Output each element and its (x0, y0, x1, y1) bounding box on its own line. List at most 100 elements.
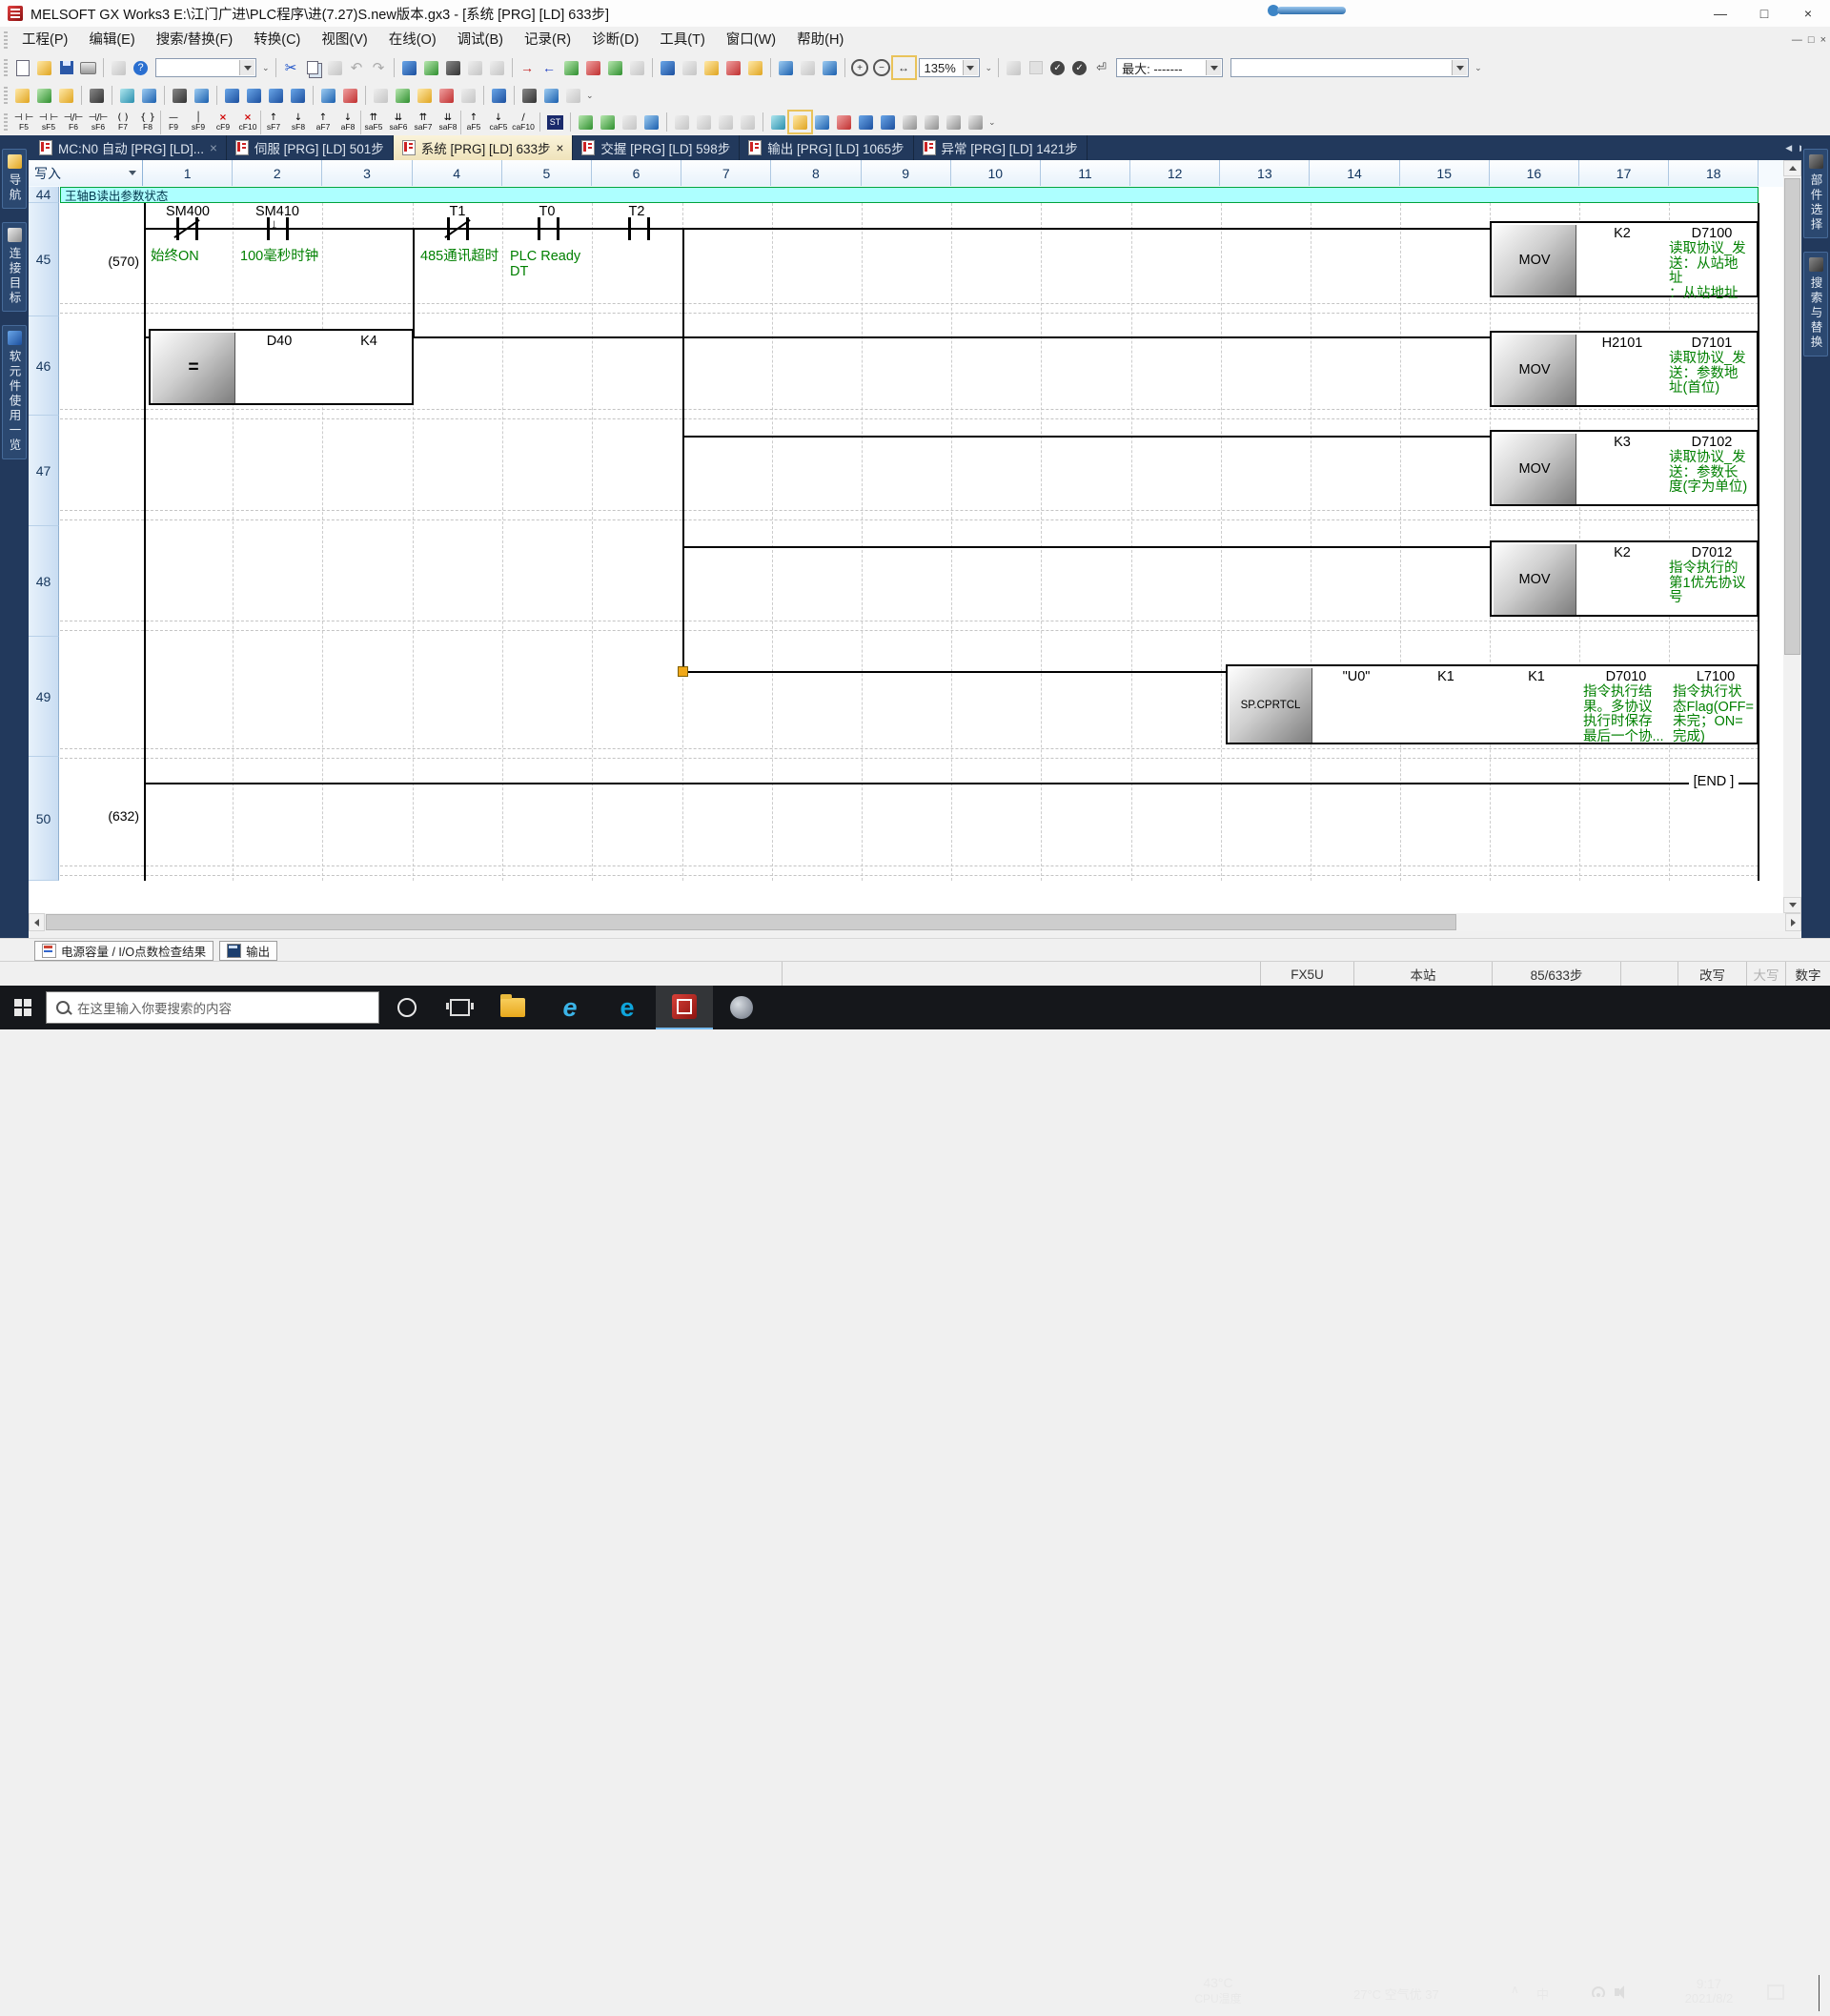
toolbar-overflow-icon[interactable]: ⌄ (988, 117, 996, 128)
device-display-icon[interactable] (657, 57, 679, 78)
rung-title-row[interactable]: 王轴B读出参数状态 (60, 187, 1759, 203)
delete-branch-icon[interactable] (597, 112, 619, 132)
ladder-symbol-button[interactable]: ⊣/⊢ sF6 (86, 111, 111, 134)
jump-io-icon[interactable] (722, 57, 744, 78)
scroll-left-icon[interactable] (29, 913, 45, 931)
ladder-symbol-button[interactable]: { } F8 (135, 111, 160, 134)
monitor-zoom-icon[interactable] (540, 85, 562, 106)
display-format-icon[interactable] (899, 112, 921, 132)
rebuild-all-icon[interactable] (392, 85, 414, 106)
overlay-slider-widget[interactable] (1268, 4, 1350, 17)
monitor-window-icon[interactable] (775, 57, 797, 78)
vertical-scrollbar[interactable] (1783, 160, 1801, 913)
watch1-clock-icon[interactable] (317, 85, 339, 106)
device-memory-icon[interactable] (243, 85, 265, 106)
scroll-down-icon[interactable] (1783, 897, 1801, 913)
sidebar-tab-navigation[interactable]: 导航 (2, 149, 27, 209)
clock[interactable]: 9:17 2021/8/2 (1666, 1977, 1752, 2006)
device-use-list-icon[interactable] (488, 85, 510, 106)
project-combo[interactable] (155, 58, 256, 77)
hardware-search-icon[interactable] (442, 57, 464, 78)
device-search-icon[interactable] (398, 57, 420, 78)
menu-item[interactable]: 调试(B) (447, 27, 514, 53)
dock-tab-output[interactable]: 输出 (219, 941, 277, 961)
task-view-icon[interactable] (435, 986, 484, 1029)
volume-icon[interactable] (1615, 1986, 1619, 1996)
menu-item[interactable]: 视图(V) (311, 27, 377, 53)
read-mode-icon[interactable] (811, 112, 833, 132)
mode-dropdown-icon[interactable] (129, 171, 136, 175)
compare-instruction[interactable]: = D40 K4 (149, 329, 414, 405)
tab-close-icon[interactable]: × (210, 141, 217, 155)
ladder-symbol-button[interactable]: ⊣ ⊢ sF5 (36, 111, 61, 134)
comment-display-icon[interactable] (921, 112, 943, 132)
horizontal-scroll-thumb[interactable] (46, 914, 1456, 930)
tab-handshake[interactable]: 交握 [PRG] [LD] 598步 (573, 135, 740, 160)
tab-mc-n0[interactable]: MC:N0 自动 [PRG] [LD]...× (30, 135, 227, 160)
watch2-clock-icon[interactable] (339, 85, 361, 106)
open-project-icon[interactable] (33, 57, 55, 78)
ladder-symbol-button[interactable]: × cF9 (211, 111, 235, 134)
monitor-mode-icon[interactable] (833, 112, 855, 132)
horizontal-scrollbar[interactable] (29, 913, 1801, 931)
ladder-symbol-button[interactable]: × cF10 (235, 111, 260, 134)
tab-servo[interactable]: 伺服 [PRG] [LD] 501步 (227, 135, 394, 160)
unknown-app-icon[interactable] (713, 986, 770, 1029)
dock-tab-power-check[interactable]: 电源容量 / I/O点数检查结果 (34, 941, 214, 961)
save-project-icon[interactable] (55, 57, 77, 78)
ime-indicator[interactable]: 中 (1536, 1985, 1549, 2003)
stop-monitor-icon[interactable] (582, 57, 604, 78)
toolbar-overflow-icon[interactable]: ⌄ (262, 63, 270, 73)
sidebar-tab-find-replace[interactable]: 搜索与替换 (1803, 252, 1828, 356)
internet-explorer-icon[interactable]: e (541, 986, 599, 1029)
note-display-icon[interactable] (965, 112, 986, 132)
zoom-level-combo[interactable]: 135% (919, 58, 980, 77)
cprtcl-instruction[interactable]: SP.CPRTCL "U0" K1 K1 D7010 L7100 指令执行结 果… (1226, 664, 1759, 744)
ladder-symbol-button[interactable]: ∕ caF10 (511, 111, 536, 134)
toolbar-overflow-icon[interactable]: ⌄ (986, 63, 993, 73)
read-from-plc-icon[interactable]: ← (539, 57, 560, 78)
sidebar-tab-device-usage[interactable]: 软元件使用一览 (2, 325, 27, 459)
start-monitor-icon[interactable] (560, 57, 582, 78)
close-button[interactable]: × (1786, 0, 1830, 26)
ladder-symbol-button[interactable]: — F9 (160, 111, 186, 134)
parameter-edit-icon[interactable] (55, 85, 77, 106)
zoom-out-icon[interactable]: − (871, 57, 893, 78)
fit-width-icon[interactable]: ↔ (893, 57, 915, 78)
file-explorer-icon[interactable] (484, 986, 541, 1029)
device-zoom-icon[interactable] (877, 112, 899, 132)
menu-item[interactable]: 搜索/替换(F) (146, 27, 244, 53)
weather-text[interactable]: 27°C 空气优 37 (1353, 1985, 1439, 2003)
tab-close-icon[interactable]: × (557, 141, 564, 155)
module-configuration-icon[interactable] (33, 85, 55, 106)
tab-scroll-left-icon[interactable]: ◀ (1785, 143, 1792, 153)
edit-pencil-icon[interactable] (414, 85, 436, 106)
help-icon[interactable]: ? (130, 57, 152, 78)
print-icon[interactable] (77, 57, 99, 78)
minimize-button[interactable]: — (1698, 0, 1742, 26)
mdi-minimize-button[interactable]: — (1792, 34, 1802, 46)
ladder-symbol-button[interactable]: ↑ aF5 (460, 111, 486, 134)
scroll-up-icon[interactable] (1783, 160, 1801, 176)
max-value-combo[interactable]: 最大: ------- (1116, 58, 1223, 77)
statement-display-icon[interactable] (943, 112, 965, 132)
device-batch-icon[interactable] (287, 85, 309, 106)
vertical-scroll-thumb[interactable] (1784, 178, 1800, 655)
mov-instruction-1[interactable]: MOV K2 D7100 读取协议_发 送：从站地 址 ：从站地址 (1490, 221, 1759, 297)
menu-item[interactable]: 转换(C) (243, 27, 311, 53)
edit-cursor[interactable] (678, 666, 688, 677)
menu-item[interactable]: 工程(P) (11, 27, 78, 53)
fb-list-icon[interactable] (138, 85, 160, 106)
tray-chevron-icon[interactable]: ∧ (1511, 1983, 1519, 1996)
cut-icon[interactable]: ✂ (280, 57, 302, 78)
sidebar-tab-connection[interactable]: 连接目标 (2, 222, 27, 312)
write-to-plc-icon[interactable]: → (517, 57, 539, 78)
monitor-condition-icon[interactable] (819, 57, 841, 78)
inline-st-icon[interactable]: ST (544, 112, 566, 132)
device-register-icon[interactable] (265, 85, 287, 106)
device-comment-icon[interactable] (221, 85, 243, 106)
menu-item[interactable]: 编辑(E) (78, 27, 145, 53)
find-binoculars-icon[interactable] (169, 85, 191, 106)
step-execution-icon[interactable]: ⏎ (1090, 57, 1112, 78)
insert-branch-icon[interactable] (575, 112, 597, 132)
